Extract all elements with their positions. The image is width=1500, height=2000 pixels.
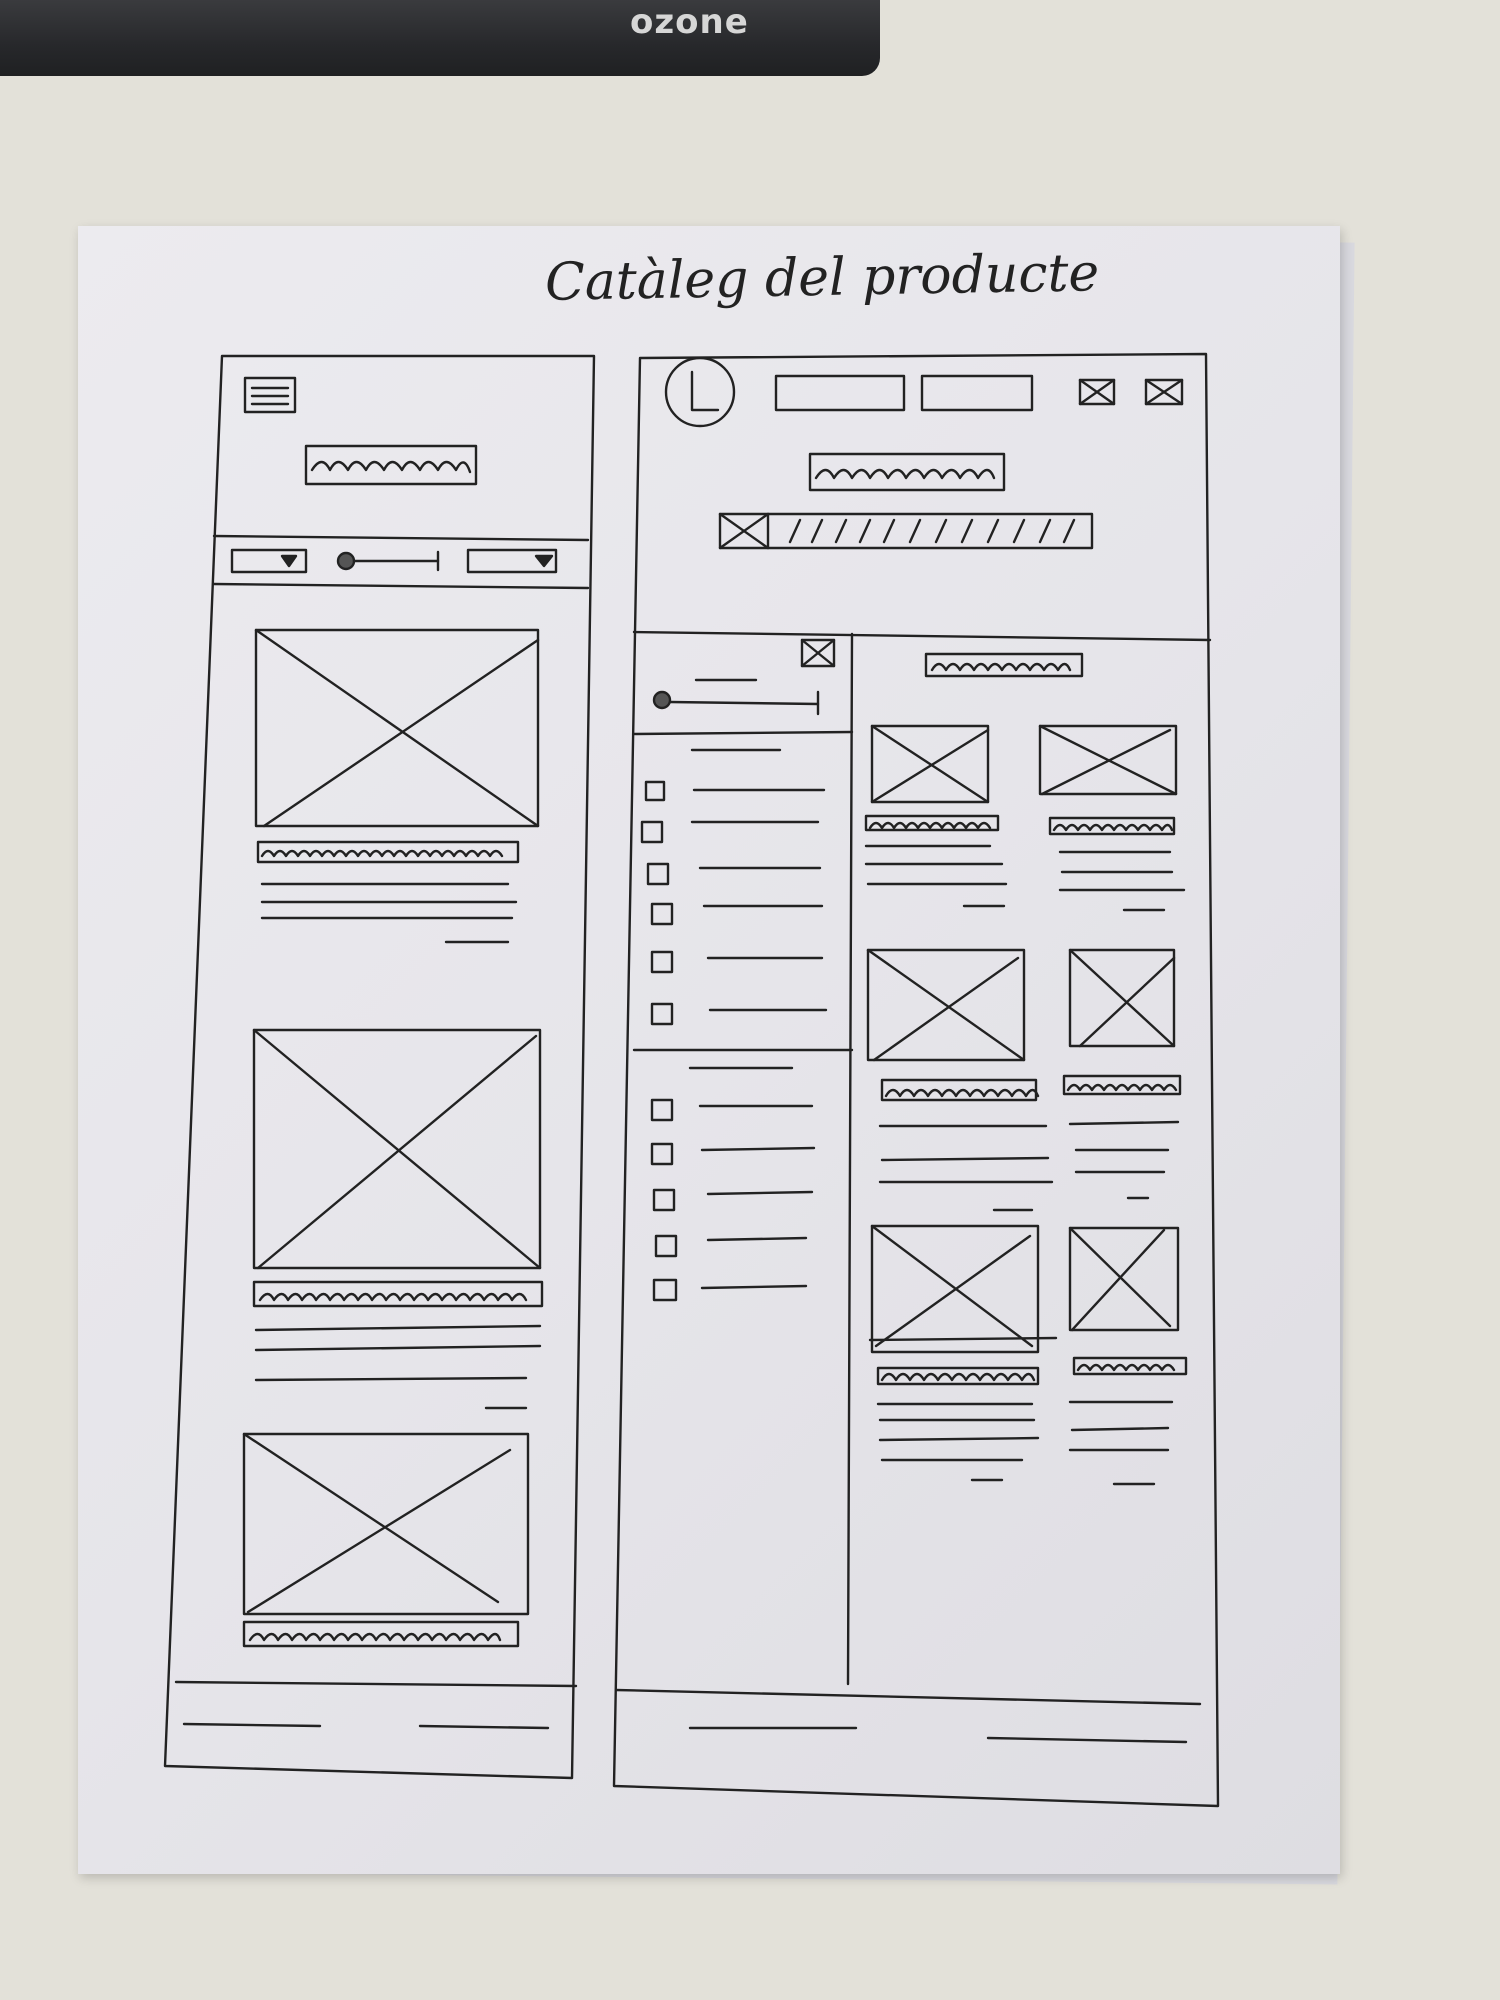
header-icon-1 xyxy=(1078,378,1116,406)
hamburger-menu-icon xyxy=(243,376,297,414)
header-icon-2 xyxy=(1144,378,1184,406)
search-bar xyxy=(718,512,1094,550)
nav-box-1 xyxy=(774,374,906,412)
logo-circle-icon xyxy=(664,356,736,428)
desktop-product-card-4 xyxy=(1062,948,1182,1200)
mobile-product-image-3 xyxy=(242,1432,530,1616)
desktop-product-card-3 xyxy=(866,948,1054,1212)
desktop-product-card-5 xyxy=(868,1224,1058,1482)
filter-dropdown-1 xyxy=(230,548,308,574)
mobile-wireframe xyxy=(163,354,596,1780)
desktop-product-card-1 xyxy=(864,724,1008,908)
nav-box-2 xyxy=(920,374,1034,412)
sidebar-filters xyxy=(632,638,854,1302)
desktop-product-card-2 xyxy=(1038,724,1186,912)
filter-dropdown-2 xyxy=(466,548,558,574)
desktop-product-card-6 xyxy=(1068,1226,1188,1486)
wireframe-sketch xyxy=(163,352,1220,1808)
desktop-wireframe xyxy=(612,352,1220,1808)
mobile-product-image-2 xyxy=(252,1028,542,1270)
logo-placeholder xyxy=(304,444,478,486)
price-slider xyxy=(336,550,440,572)
mobile-product-image-1 xyxy=(254,628,540,828)
